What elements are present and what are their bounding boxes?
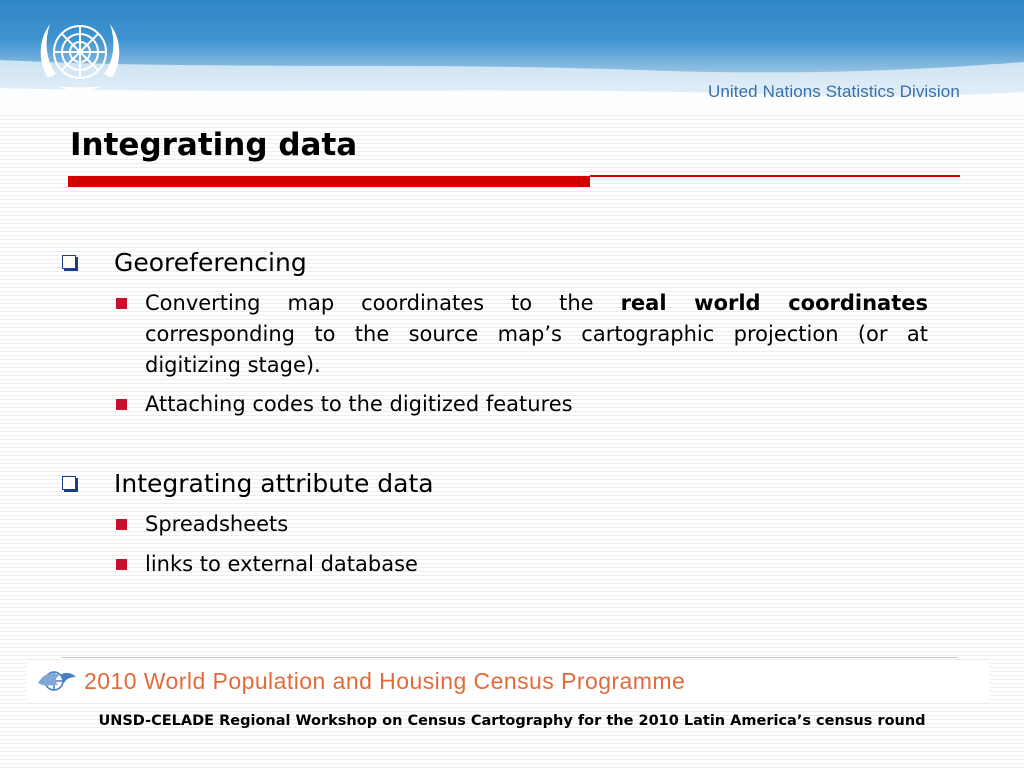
square-bullet-icon bbox=[116, 559, 127, 570]
square-bullet-icon bbox=[116, 298, 127, 309]
banner-text: 2010 World Population and Housing Census… bbox=[84, 668, 686, 694]
checkbox-bullet-icon bbox=[62, 255, 76, 269]
census-dove-icon bbox=[38, 671, 76, 691]
sub-bullet-text: Converting map coordinates to the real w… bbox=[145, 291, 928, 377]
bullet-label: Georeferencing bbox=[114, 248, 307, 277]
footer-text: UNSD-CELADE Regional Workshop on Census … bbox=[98, 713, 926, 729]
sub-bullet-text: Spreadsheets bbox=[145, 512, 289, 536]
slide-content: Georeferencing Converting map coordinate… bbox=[0, 0, 1024, 768]
sub-bullet-text: Attaching codes to the digitized feature… bbox=[145, 392, 573, 416]
census-programme-banner: 2010 World Population and Housing Census… bbox=[26, 662, 990, 702]
bullet-label: Integrating attribute data bbox=[114, 469, 434, 498]
square-bullet-icon bbox=[116, 519, 127, 530]
sub-bullet-text: links to external database bbox=[145, 552, 418, 576]
banner-divider bbox=[62, 657, 958, 658]
checkbox-bullet-icon bbox=[62, 476, 76, 490]
square-bullet-icon bbox=[116, 399, 127, 410]
